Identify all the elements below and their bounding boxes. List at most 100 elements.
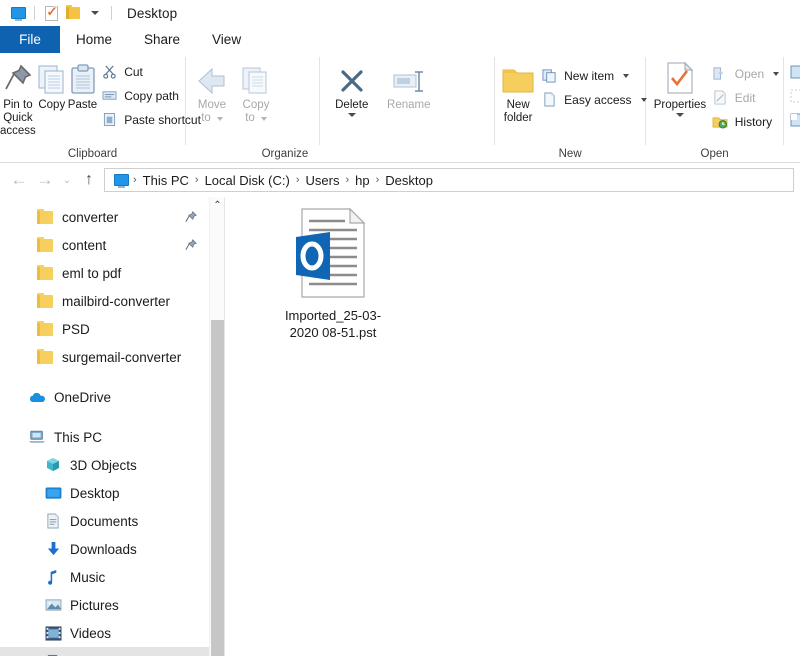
forward-button[interactable]: → [32, 167, 58, 193]
history-label: History [734, 114, 773, 129]
nav-label: Videos [70, 625, 112, 641]
nav-gap-1 [0, 371, 225, 383]
easy-access-button[interactable]: Easy access [541, 89, 650, 110]
address-path-box[interactable]: › This PC › Local Disk (C:) › Users › hp… [104, 168, 794, 192]
breadcrumb-desktop[interactable]: Desktop [380, 173, 438, 188]
file-item[interactable]: Imported_25-03- 2020 08-51.pst [273, 207, 393, 341]
scrollbar-thumb[interactable] [211, 320, 225, 656]
pin-to-quick-access-button[interactable]: Pin to Quick access [0, 59, 36, 138]
invert-selection-button[interactable] [788, 109, 800, 130]
edit-icon [712, 89, 729, 106]
file-name-line2: 2020 08-51.pst [289, 325, 377, 340]
pin-icon[interactable] [185, 239, 197, 254]
monitor-icon[interactable] [7, 2, 29, 24]
open-caret-icon[interactable] [773, 71, 780, 76]
tab-home[interactable]: Home [60, 26, 129, 53]
ribbon-group-open: Properties Open Edit History Open [646, 53, 783, 163]
onedrive-cloud-icon [28, 388, 46, 406]
properties-label: Properties [653, 99, 707, 111]
copy-path-icon [101, 87, 118, 104]
folder-icon [36, 348, 54, 366]
new-small-buttons: New item Easy access [541, 59, 650, 110]
pin-icon[interactable] [185, 211, 197, 226]
folder-icon [36, 264, 54, 282]
nav-item-videos[interactable]: Videos [0, 619, 225, 647]
delete-button[interactable]: Delete [326, 59, 378, 117]
edit-button[interactable]: Edit [712, 87, 783, 108]
tab-share[interactable]: Share [128, 26, 196, 53]
select-all-button[interactable] [788, 61, 800, 82]
content-pane[interactable]: Imported_25-03- 2020 08-51.pst [225, 197, 800, 656]
nav-item-documents[interactable]: Documents [0, 507, 225, 535]
explorer-body: converter content eml to pdf mailbird-co… [0, 197, 800, 656]
breadcrumb-local-disk[interactable]: Local Disk (C:) [200, 173, 295, 188]
pin-icon [3, 59, 33, 95]
properties-caret-icon[interactable] [675, 113, 684, 117]
nav-item-downloads[interactable]: Downloads [0, 535, 225, 563]
new-folder-icon[interactable] [62, 2, 84, 24]
title-bar: Desktop [0, 0, 800, 26]
breadcrumb-users[interactable]: Users [301, 173, 345, 188]
copy-to-line2: to [245, 112, 255, 124]
easy-access-icon [541, 91, 558, 108]
scroll-up-icon[interactable]: ⌃ [210, 197, 225, 214]
rename-button[interactable]: Rename [378, 59, 440, 112]
nav-item-local-disk-c[interactable]: Local Disk (C:) [0, 647, 225, 656]
breadcrumb-this-pc[interactable]: This PC [138, 173, 194, 188]
back-button[interactable]: ← [6, 167, 32, 193]
properties-icon[interactable] [40, 2, 62, 24]
documents-icon [44, 512, 62, 530]
nav-label: Documents [70, 513, 139, 529]
nav-label: surgemail-converter [62, 349, 182, 365]
nav-item-psd[interactable]: PSD [0, 315, 225, 343]
address-bar: ← → ⌄ ↑ › This PC › Local Disk (C:) › Us… [0, 163, 800, 197]
folder-icon [36, 236, 54, 254]
history-button[interactable]: History [712, 111, 783, 132]
paste-button[interactable]: Paste [68, 59, 97, 112]
paste-label: Paste [67, 99, 98, 111]
copy-to-caret-icon[interactable] [260, 116, 267, 121]
copy-to-button[interactable]: Copy to [234, 59, 278, 125]
new-folder-button[interactable]: New folder [501, 59, 535, 125]
nav-label: converter [62, 209, 119, 225]
new-item-caret-icon[interactable] [623, 73, 630, 78]
customize-caret-icon[interactable] [84, 2, 106, 24]
nav-item-content[interactable]: content [0, 231, 225, 259]
desktop-icon [44, 484, 62, 502]
delete-caret-icon[interactable] [347, 113, 356, 117]
nav-pane-scrollbar[interactable]: ⌃ [209, 197, 225, 656]
recent-locations-button[interactable]: ⌄ [58, 167, 76, 193]
paste-shortcut-icon [101, 111, 118, 128]
nav-item-converter[interactable]: converter [0, 203, 225, 231]
ribbon-group-organize-actions: Delete Rename Organize [262, 53, 494, 163]
new-item-icon [541, 67, 558, 84]
window-title: Desktop [127, 5, 178, 21]
open-label: Open [734, 66, 765, 81]
nav-item-desktop[interactable]: Desktop [0, 479, 225, 507]
move-to-button[interactable]: Move to [190, 59, 234, 125]
new-item-button[interactable]: New item [541, 65, 650, 86]
nav-item-3d-objects[interactable]: 3D Objects [0, 451, 225, 479]
nav-item-onedrive[interactable]: OneDrive [0, 383, 225, 411]
file-explorer-window: Desktop File Home Share View [0, 0, 800, 656]
move-to-caret-icon[interactable] [216, 116, 223, 121]
folder-icon [36, 208, 54, 226]
nav-item-eml-to-pdf[interactable]: eml to pdf [0, 259, 225, 287]
nav-item-this-pc[interactable]: This PC [0, 423, 225, 451]
nav-item-pictures[interactable]: Pictures [0, 591, 225, 619]
rename-label: Rename [387, 99, 431, 111]
open-button[interactable]: Open [712, 63, 783, 84]
breadcrumb-hp[interactable]: hp [350, 173, 374, 188]
tab-view[interactable]: View [196, 26, 257, 53]
select-none-button[interactable] [788, 85, 800, 106]
nav-item-music[interactable]: Music [0, 563, 225, 591]
pin-label-line2: access [0, 125, 36, 137]
up-button[interactable]: ↑ [76, 167, 102, 193]
properties-button[interactable]: Properties [652, 59, 708, 117]
copy-button[interactable]: Copy [36, 59, 68, 112]
tab-file[interactable]: File [0, 26, 60, 53]
new-folder-line2: folder [503, 112, 533, 124]
nav-label: OneDrive [54, 389, 112, 405]
nav-item-mailbird-converter[interactable]: mailbird-converter [0, 287, 225, 315]
nav-item-surgemail-converter[interactable]: surgemail-converter [0, 343, 225, 371]
